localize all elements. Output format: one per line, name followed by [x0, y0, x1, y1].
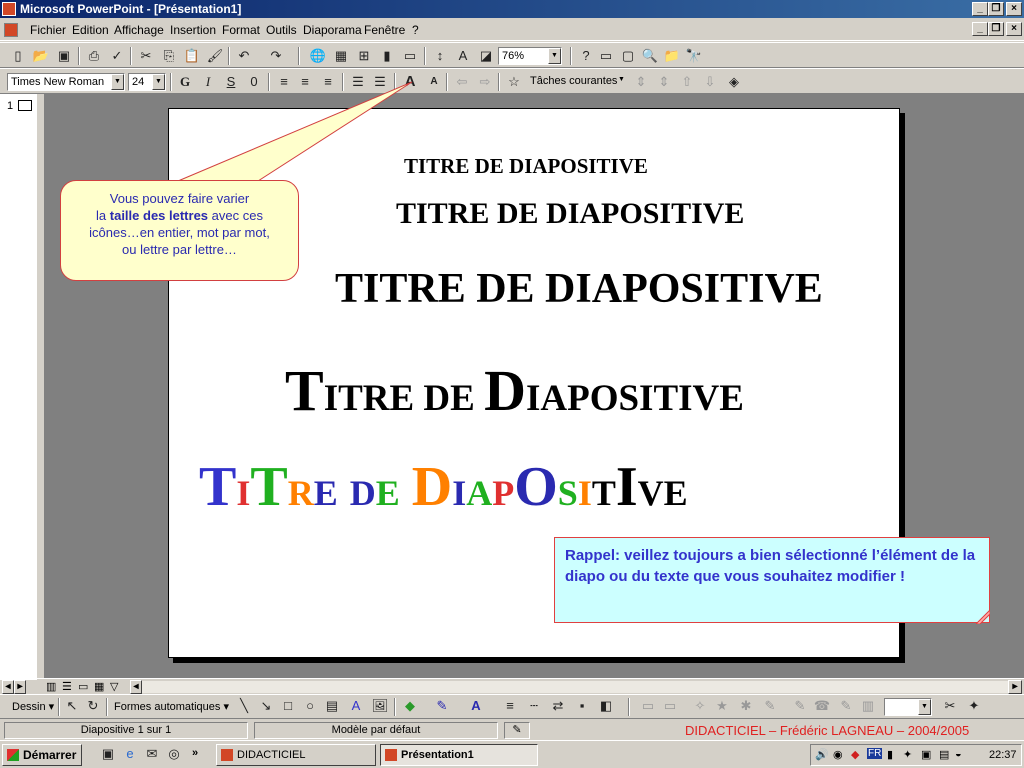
ie-icon[interactable]: e: [120, 744, 140, 764]
effect-select[interactable]: ▼: [884, 698, 932, 716]
effect3-icon[interactable]: ✱: [736, 696, 756, 716]
callout-bubble[interactable]: Vous pouvez faire varier la taille des l…: [60, 180, 299, 281]
dash-style-icon[interactable]: ┄: [524, 696, 544, 716]
star-icon[interactable]: ✦: [964, 696, 984, 716]
fill-color-icon[interactable]: ◆: [400, 696, 420, 716]
tools-icon[interactable]: ✂: [940, 696, 960, 716]
arrow-icon[interactable]: ↘: [256, 696, 276, 716]
hscroll-right-button[interactable]: ▸: [1008, 680, 1022, 694]
effect7-icon[interactable]: ✎: [836, 696, 856, 716]
task-presentation1-label: Présentation1: [401, 749, 474, 761]
frame-icon[interactable]: ▭: [660, 696, 680, 716]
network-icon[interactable]: ◉: [833, 748, 843, 761]
spelling-status-icon[interactable]: ✎: [504, 722, 530, 739]
font-color-icon[interactable]: A: [466, 696, 486, 716]
callout-line-1: Vous pouvez faire varier: [109, 191, 250, 206]
tray-icon-3[interactable]: ▣: [921, 748, 931, 761]
tray-icon-1[interactable]: ▮: [887, 748, 893, 761]
draw-menu[interactable]: Dessin ▾: [12, 700, 54, 713]
media-icon[interactable]: ◎: [164, 744, 184, 764]
wordart-icon[interactable]: A: [346, 696, 366, 716]
normal-view-icon[interactable]: ▥: [46, 680, 56, 693]
view-scroll-bar: ◂ ▸ ▥ ☰ ▭ ▦ ▽ ◂ ▸: [0, 678, 1024, 694]
callout-pointer: [177, 81, 413, 184]
tray-icon-5[interactable]: ◒: [955, 748, 962, 760]
sorter-view-icon[interactable]: ▦: [94, 680, 104, 693]
desktop-icon[interactable]: ▣: [98, 744, 118, 764]
clock: 22:37: [989, 749, 1017, 761]
textbox-icon[interactable]: ▤: [322, 696, 342, 716]
rotate-icon[interactable]: ↻: [83, 696, 103, 716]
start-label: Démarrer: [23, 748, 77, 762]
effect6-icon[interactable]: ☎: [812, 696, 832, 716]
line-style-icon[interactable]: ≡: [500, 696, 520, 716]
credit-text: DIDACTICIEL – Frédéric LAGNEAU – 2004/20…: [685, 723, 970, 738]
picture-icon[interactable]: ▭: [638, 696, 658, 716]
system-tray: 🔊 ◉ ◆ FR ▮ ✦ ▣ ▤ ◒ 22:37: [810, 744, 1022, 766]
hscroll-track[interactable]: [142, 681, 1008, 693]
shadow-icon[interactable]: ▪: [572, 696, 592, 716]
callout-line-4: ou lettre par lettre…: [122, 242, 237, 257]
volume-icon[interactable]: 🔊: [815, 748, 829, 761]
rectangle-icon[interactable]: □: [278, 696, 298, 716]
effect5-icon[interactable]: ✎: [790, 696, 810, 716]
task-didacticiel-label: DIDACTICIEL: [237, 749, 306, 761]
slideshow-icon[interactable]: ▽: [110, 680, 118, 693]
task-presentation1[interactable]: Présentation1: [380, 744, 538, 766]
start-button[interactable]: Démarrer: [2, 744, 82, 766]
clipart-icon[interactable]: 🖼: [370, 696, 390, 716]
taskbar: Démarrer ▣ e ✉ ◎ » DIDACTICIEL Présentat…: [0, 740, 1024, 768]
ppt-icon: [385, 749, 397, 761]
tray-icon-4[interactable]: ▤: [939, 748, 949, 761]
arrow-style-icon[interactable]: ⇄: [548, 696, 568, 716]
line-icon[interactable]: ╲: [234, 696, 254, 716]
effect8-icon[interactable]: ▥: [858, 696, 878, 716]
ellipse-icon[interactable]: ○: [300, 696, 320, 716]
effect4-icon[interactable]: ✎: [760, 696, 780, 716]
callout-highlight: taille des lettres: [109, 208, 209, 223]
outlook-icon[interactable]: ✉: [142, 744, 162, 764]
scroll-right-button[interactable]: ▸: [14, 680, 26, 694]
3d-icon[interactable]: ◧: [596, 696, 616, 716]
slide-view-icon[interactable]: ▭: [78, 680, 88, 693]
outline-view-icon[interactable]: ☰: [62, 680, 72, 693]
status-bar: Diapositive 1 sur 1 Modèle par défaut ✎ …: [0, 720, 1024, 740]
effect1-icon[interactable]: ✧: [690, 696, 710, 716]
select-arrow-icon[interactable]: ↖: [62, 696, 82, 716]
drawing-toolbar: Dessin ▾ ↖ ↻ Formes automatiques ▾ ╲ ↘ □…: [0, 694, 1024, 719]
windows-logo-icon: [7, 749, 19, 761]
overflow-icon[interactable]: »: [192, 747, 198, 759]
tray-icon-2[interactable]: ✦: [903, 748, 912, 761]
reminder-note[interactable]: Rappel: veillez toujours a bien sélectio…: [554, 537, 990, 623]
status-slide: Diapositive 1 sur 1: [4, 722, 248, 739]
line-color-icon[interactable]: ✎: [432, 696, 452, 716]
scroll-left-button[interactable]: ◂: [2, 680, 14, 694]
hscroll-left-button[interactable]: ◂: [130, 680, 142, 694]
status-design: Modèle par défaut: [254, 722, 498, 739]
effect2-icon[interactable]: ★: [712, 696, 732, 716]
language-fr-icon[interactable]: FR: [867, 748, 883, 759]
autoshapes-menu[interactable]: Formes automatiques ▾: [114, 700, 229, 713]
ppt-icon: [221, 749, 233, 761]
callout-line-2: la taille des lettres avec ces: [96, 208, 263, 223]
chevron-down-icon[interactable]: ▼: [918, 699, 931, 715]
callout-line-3: icônes…en entier, mot par mot,: [89, 225, 270, 240]
task-didacticiel[interactable]: DIDACTICIEL: [216, 744, 376, 766]
note-fold: [976, 610, 990, 624]
antivirus-icon[interactable]: ◆: [851, 748, 859, 761]
